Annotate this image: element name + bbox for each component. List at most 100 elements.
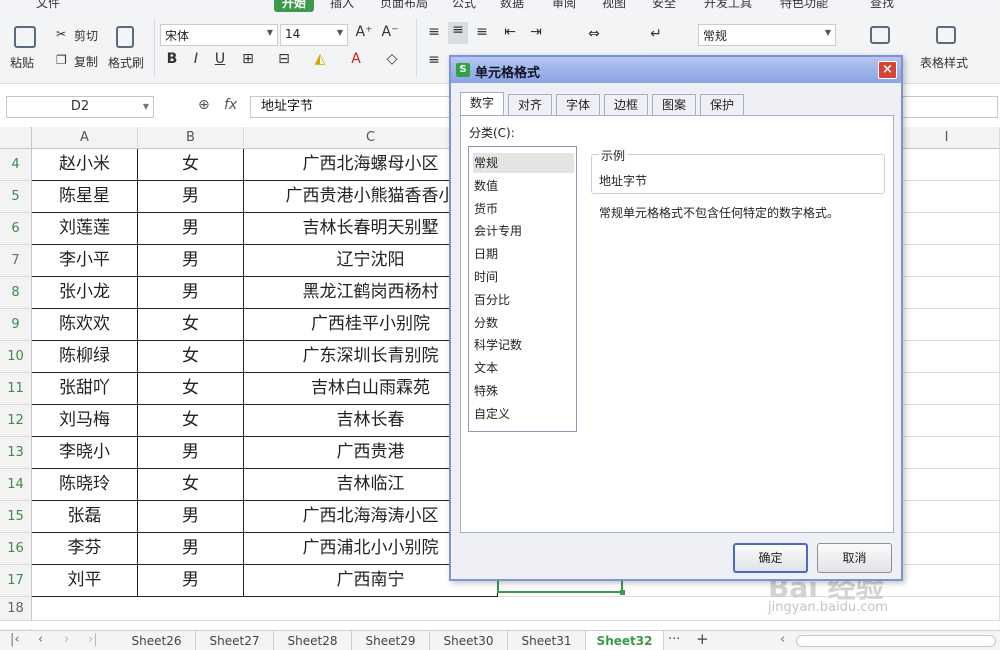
category-item[interactable]: 货币 — [473, 199, 574, 219]
merge-center-icon[interactable]: ⇔ — [584, 26, 604, 42]
cancel-button[interactable]: 取消 — [817, 543, 892, 573]
conditional-format-icon[interactable] — [870, 26, 890, 44]
table-cell[interactable]: 刘平 — [32, 565, 138, 597]
tab-alignment[interactable]: 对齐 — [508, 94, 552, 116]
sheet-tab[interactable]: Sheet31 — [508, 631, 586, 650]
cut-button[interactable]: 剪切 — [74, 27, 98, 44]
row-header[interactable]: 4 — [0, 149, 32, 181]
category-item[interactable]: 科学记数 — [473, 335, 574, 355]
table-style-icon[interactable] — [936, 26, 956, 44]
table-cell[interactable]: 女 — [138, 149, 244, 181]
menu-page-layout[interactable]: 页面布局 — [380, 0, 428, 11]
sheet-tab[interactable]: Sheet29 — [352, 631, 430, 650]
category-item[interactable]: 日期 — [473, 244, 574, 264]
tab-pattern[interactable]: 图案 — [652, 94, 696, 116]
format-painter-icon[interactable] — [116, 26, 134, 48]
align-top-icon[interactable]: ≡ — [424, 24, 444, 40]
fill-handle[interactable] — [620, 590, 625, 595]
font-name-select[interactable]: 宋体 ▼ — [160, 24, 278, 46]
table-cell[interactable]: 男 — [138, 213, 244, 245]
table-cell[interactable]: 陈欢欢 — [32, 309, 138, 341]
row-header[interactable]: 17 — [0, 565, 32, 597]
more-sheets-icon[interactable]: ··· — [668, 632, 680, 647]
sheet-tab[interactable]: Sheet26 — [118, 631, 196, 650]
menu-developer[interactable]: 开发工具 — [704, 0, 752, 11]
ok-button[interactable]: 确定 — [733, 543, 808, 573]
table-cell[interactable]: 女 — [138, 309, 244, 341]
copy-button[interactable]: 复制 — [74, 53, 98, 70]
menu-file[interactable]: 文件 — [36, 0, 60, 11]
row-header[interactable]: 5 — [0, 181, 32, 213]
table-cell[interactable]: 赵小米 — [32, 149, 138, 181]
close-icon[interactable]: × — [878, 61, 897, 79]
menu-formulas[interactable]: 公式 — [452, 0, 476, 11]
clear-format-icon[interactable]: ◇ — [382, 51, 402, 67]
cut-icon[interactable]: ✂ — [56, 27, 66, 41]
category-item[interactable]: 百分比 — [473, 290, 574, 310]
align-left-icon[interactable]: ≡ — [424, 52, 444, 68]
table-cell[interactable]: 男 — [138, 501, 244, 533]
number-format-select[interactable]: 常规 ▼ — [698, 24, 836, 46]
tab-border[interactable]: 边框 — [604, 94, 648, 116]
tab-font[interactable]: 字体 — [556, 94, 600, 116]
underline-button[interactable]: U — [210, 51, 230, 67]
table-cell[interactable]: 女 — [138, 373, 244, 405]
row-header[interactable]: 6 — [0, 213, 32, 245]
table-cell[interactable]: 陈柳绿 — [32, 341, 138, 373]
menu-home[interactable]: 开始 — [274, 0, 315, 12]
sheet-tab-active[interactable]: Sheet32 — [586, 631, 664, 650]
category-list[interactable]: 常规 数值 货币 会计专用 日期 时间 百分比 分数 科学记数 文本 特殊 自定义 — [468, 146, 577, 432]
menu-review[interactable]: 审阅 — [552, 0, 576, 11]
fill-color-icon[interactable]: ◭ — [310, 51, 330, 67]
paste-button[interactable]: 粘贴 — [10, 54, 34, 71]
menu-security[interactable]: 安全 — [652, 0, 676, 11]
category-item[interactable]: 时间 — [473, 267, 574, 287]
zoom-formula-icon[interactable]: ⊕ — [198, 97, 210, 113]
name-box[interactable]: D2 ▼ — [6, 96, 154, 118]
table-cell[interactable]: 陈晓玲 — [32, 469, 138, 501]
tab-number[interactable]: 数字 — [460, 92, 504, 116]
prev-sheet-icon[interactable]: ‹ — [38, 632, 43, 647]
select-all-corner[interactable] — [0, 127, 32, 149]
menu-view[interactable]: 视图 — [602, 0, 626, 11]
wrap-text-icon[interactable]: ↵ — [646, 26, 666, 42]
format-painter-button[interactable]: 格式刷 — [108, 54, 144, 71]
add-sheet-icon[interactable]: + — [696, 630, 709, 648]
table-style-button[interactable]: 表格样式 — [920, 54, 968, 71]
first-sheet-icon[interactable]: |‹ — [10, 632, 20, 647]
font-color-icon[interactable]: A — [346, 51, 366, 67]
column-header-b[interactable]: B — [138, 127, 244, 149]
table-cell[interactable]: 刘莲莲 — [32, 213, 138, 245]
row-header[interactable]: 11 — [0, 373, 32, 405]
fx-icon[interactable]: fx — [224, 97, 237, 113]
copy-icon[interactable]: ❐ — [56, 53, 67, 67]
sheet-tab[interactable]: Sheet30 — [430, 631, 508, 650]
border-icon[interactable]: ⊞ — [238, 51, 258, 67]
row-header[interactable]: 15 — [0, 501, 32, 533]
table-cell[interactable]: 李晓小 — [32, 437, 138, 469]
decrease-font-icon[interactable]: A⁻ — [380, 24, 400, 40]
italic-button[interactable]: I — [186, 51, 206, 67]
category-item[interactable]: 常规 — [473, 153, 574, 173]
indent-decrease-icon[interactable]: ⇤ — [500, 24, 520, 40]
table-cell[interactable]: 张小龙 — [32, 277, 138, 309]
category-item[interactable]: 文本 — [473, 358, 574, 378]
table-cell[interactable]: 男 — [138, 245, 244, 277]
table-cell[interactable]: 女 — [138, 405, 244, 437]
row-header[interactable]: 16 — [0, 533, 32, 565]
scroll-left-icon[interactable]: ‹ — [780, 632, 785, 647]
increase-font-icon[interactable]: A⁺ — [354, 24, 374, 40]
category-item[interactable]: 自定义 — [473, 404, 574, 424]
row-header[interactable]: 9 — [0, 309, 32, 341]
table-cell[interactable]: 男 — [138, 277, 244, 309]
menu-special[interactable]: 特色功能 — [780, 0, 828, 11]
row-header[interactable]: 12 — [0, 405, 32, 437]
align-bottom-icon[interactable]: ≡ — [472, 24, 492, 40]
font-size-select[interactable]: 14 ▼ — [280, 24, 348, 46]
row-header[interactable]: 7 — [0, 245, 32, 277]
sheet-tab[interactable]: Sheet28 — [274, 631, 352, 650]
table-cell[interactable]: 陈星星 — [32, 181, 138, 213]
table-cell[interactable]: 李小平 — [32, 245, 138, 277]
category-item[interactable]: 数值 — [473, 176, 574, 196]
table-cell[interactable]: 张磊 — [32, 501, 138, 533]
